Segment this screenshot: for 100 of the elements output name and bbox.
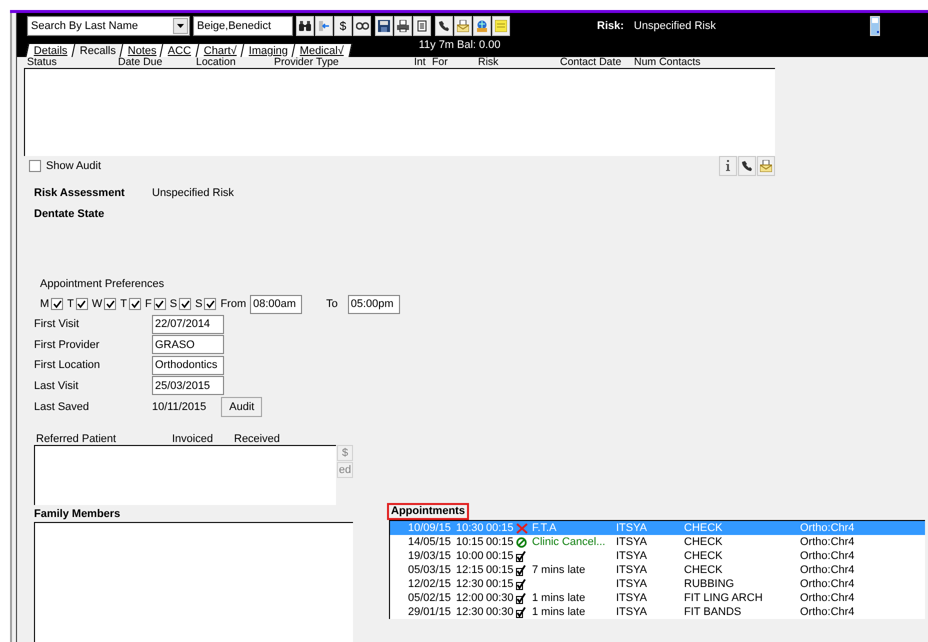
tab[interactable]: ACC: [160, 43, 200, 57]
age-balance: 11y 7m Bal: 0.00: [418, 39, 500, 51]
tab[interactable]: Chart√: [195, 43, 246, 57]
save-icon: [378, 20, 390, 32]
checkbox-label: Show Audit: [46, 160, 102, 172]
to-time-field[interactable]: 05:00pm: [348, 294, 400, 314]
date-cell-text: 19/03/15: [408, 550, 452, 562]
tab[interactable]: Recalls: [71, 43, 124, 57]
time-cell-text: 12:00: [456, 592, 485, 604]
dentate-state-label: Dentate State: [34, 208, 106, 220]
checkbox[interactable]: [129, 298, 142, 310]
duration-cell-text: 00:15: [486, 578, 515, 590]
document-button[interactable]: [413, 16, 431, 36]
checkbox[interactable]: [179, 298, 192, 310]
checkbox[interactable]: [51, 298, 64, 310]
checkbox[interactable]: [204, 298, 216, 310]
provider-cell-text: ITSYA: [616, 606, 648, 618]
location-cell-text: Ortho:Chr4: [800, 536, 856, 548]
preferences-title: Appointment Preferences: [39, 278, 164, 290]
time-cell-text: 10:15: [456, 536, 485, 548]
type-cell-text: CHECK: [684, 536, 724, 548]
search-button[interactable]: [296, 16, 314, 36]
field-label: Last Visit: [34, 380, 80, 392]
balance-button[interactable]: $: [334, 16, 352, 36]
input-field[interactable]: Orthodontics: [152, 356, 224, 375]
to-label: To: [326, 298, 338, 310]
attended-icon: [516, 550, 526, 562]
checkmark-icon: [130, 300, 140, 308]
phone-button[interactable]: [435, 16, 453, 36]
patient-name-field[interactable]: Beige,Benedict: [193, 16, 293, 36]
location-cell-text: Ortho:Chr4: [800, 564, 856, 576]
envelope-icon: [760, 160, 772, 172]
family-members-title: Family Members: [34, 508, 122, 520]
cross-icon: [516, 522, 528, 534]
info-button[interactable]: [719, 156, 737, 176]
appointment-row[interactable]: 19/03/15 10:00 00:15 ITSYA CHECK Ortho:Chr4: [390, 549, 925, 563]
import-icon: [318, 20, 330, 32]
column-header: Type: [316, 57, 340, 68]
location-cell-text: Ortho:Chr4: [800, 606, 856, 618]
last-saved-value: 10/11/2015: [152, 400, 206, 412]
note-cell-text: 1 mins late: [532, 606, 586, 618]
risk-assessment-value: Unspecified Risk: [152, 186, 234, 198]
column-header: Status: [27, 57, 58, 68]
checkbox[interactable]: [29, 160, 41, 172]
audit-button[interactable]: Audit: [221, 396, 262, 416]
save-button[interactable]: [375, 16, 393, 36]
note-cell-text: Clinic Cancel...: [532, 536, 606, 548]
checkmark-icon: [155, 300, 164, 308]
checkbox[interactable]: [76, 298, 88, 310]
input-field[interactable]: 22/07/2014: [152, 314, 224, 334]
print-button[interactable]: [394, 16, 412, 36]
mail-button[interactable]: [454, 16, 472, 36]
note-cell-text: 1 mins late: [532, 592, 586, 604]
tab[interactable]: Medical√: [291, 43, 352, 57]
appointment-row[interactable]: 05/03/15 12:15 00:15 7 mins late ITSYA CHECK Ortho:Chr4: [390, 563, 925, 577]
from-time-field[interactable]: 08:00am: [250, 294, 302, 314]
checkbox[interactable]: [154, 298, 166, 310]
time-cell-text: 12:30: [456, 578, 485, 590]
field-label: First Provider: [34, 338, 100, 351]
input-field[interactable]: GRASO: [152, 335, 224, 354]
appointment-row[interactable]: 12/02/15 12:30 00:15 ITSYA RUBBING Ortho:Chr4: [390, 577, 925, 591]
device-icon: [870, 16, 880, 36]
type-cell-text: RUBBING: [684, 578, 736, 590]
appointment-row[interactable]: 05/02/15 12:00 00:30 1 mins late ITSYA FIT LING ARCH Ortho:Chr4: [390, 591, 925, 605]
date-cell-text: 12/02/15: [408, 578, 452, 590]
phone-button[interactable]: [738, 156, 756, 176]
risk-value: Unspecified Risk: [634, 20, 716, 32]
type-cell-text: CHECK: [684, 550, 724, 562]
phone-icon: [741, 160, 753, 172]
appointment-row[interactable]: 29/01/15 12:30 00:30 1 mins late ITSYA FIT BANDS Ortho:Chr4: [390, 605, 925, 619]
column-header: Received: [234, 433, 281, 445]
tab[interactable]: Details: [26, 43, 76, 57]
input-field[interactable]: 25/03/2015: [152, 376, 224, 396]
link-icon: [356, 22, 368, 30]
side-button[interactable]: $: [337, 445, 353, 461]
time-cell-text: 12:15: [456, 564, 485, 576]
search-mode-dropdown[interactable]: Search By Last Name: [27, 16, 190, 36]
appointment-row[interactable]: 14/05/15 10:15 00:15 Clinic Cancel... ITSYA CHECK Ortho:Chr4: [390, 535, 925, 549]
date-cell-text: 05/02/15: [408, 592, 452, 604]
checkbox[interactable]: [104, 298, 116, 310]
provider-cell-text: ITSYA: [616, 578, 648, 590]
date-cell-text: 29/01/15: [408, 606, 452, 618]
note-icon: [495, 20, 507, 32]
provider-cell-text: ITSYA: [616, 522, 648, 534]
web-button[interactable]: [473, 16, 491, 36]
import-button[interactable]: [315, 16, 333, 36]
location-cell-text: Ortho:Chr4: [800, 550, 856, 562]
document-icon: [416, 20, 428, 32]
duration-cell-text: 00:15: [486, 522, 515, 534]
attended-icon: [516, 564, 526, 576]
note-cell-text: F.T.A: [532, 522, 558, 534]
link-button[interactable]: [353, 16, 371, 36]
duration-cell-text: 00:30: [486, 606, 515, 618]
tab[interactable]: Imaging: [240, 43, 296, 57]
time-cell-text: 10:30: [456, 522, 485, 534]
mail-button[interactable]: [757, 156, 775, 176]
column-header: Num Contacts: [634, 57, 702, 68]
location-cell-text: Ortho:Chr4: [800, 522, 856, 534]
column-header: Int: [414, 57, 427, 68]
location-cell-text: Ortho:Chr4: [800, 578, 856, 590]
